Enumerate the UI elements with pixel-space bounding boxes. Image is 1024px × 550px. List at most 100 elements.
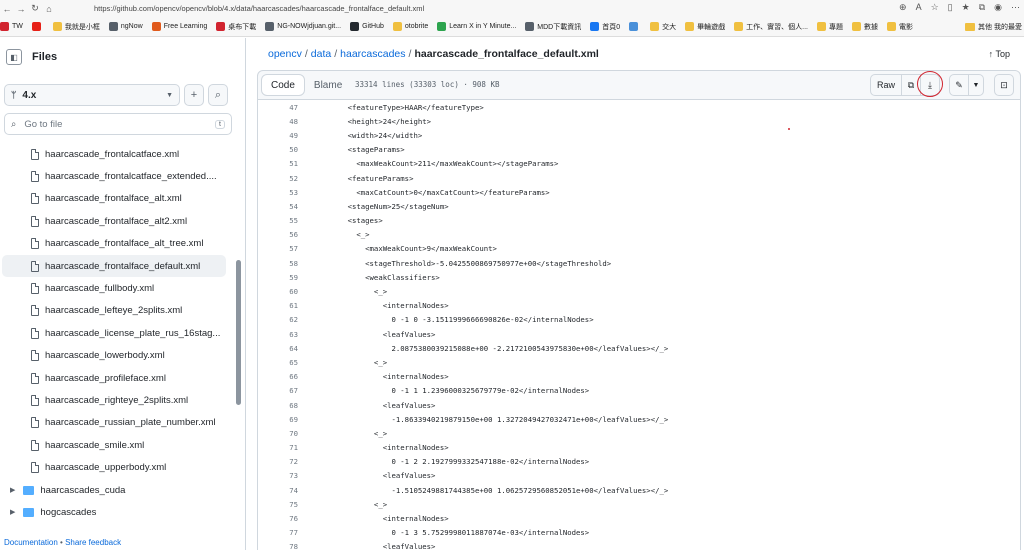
file-tree-item[interactable]: haarcascade_smile.xml [0,434,234,456]
bookmark-item[interactable]: Learn X in Y Minute... [437,22,516,31]
read-aloud-icon[interactable]: A [916,2,922,13]
share-feedback-link[interactable]: Share feedback [65,538,121,547]
line-number[interactable]: 75 [258,500,298,509]
profile-icon[interactable]: ◉ [994,2,1002,13]
line-number[interactable]: 78 [258,542,298,550]
branch-selector[interactable]: ᛘ 4.x ▼ [4,84,180,106]
line-number[interactable]: 52 [258,174,298,183]
line-number[interactable]: 54 [258,202,298,211]
folder-tree-item[interactable]: ▶ haarcascades_cuda [0,479,234,501]
file-tree-item[interactable]: haarcascade_license_plate_rus_16stag... [0,322,234,344]
file-tree-item[interactable]: haarcascade_frontalface_alt.xml [0,188,234,210]
file-tree-item[interactable]: haarcascade_frontalface_alt2.xml [0,210,234,232]
bookmark-item[interactable]: TW [0,22,23,31]
line-number[interactable]: 61 [258,301,298,310]
breadcrumb-data[interactable]: data [311,48,331,60]
bookmark-item[interactable] [31,22,44,31]
line-number[interactable]: 70 [258,429,298,438]
bookmark-item[interactable]: 首頁0 [590,22,620,32]
line-number[interactable]: 55 [258,216,298,225]
line-number[interactable]: 49 [258,131,298,140]
line-number[interactable]: 66 [258,372,298,381]
forward-icon[interactable]: → [14,4,28,14]
line-number[interactable]: 63 [258,330,298,339]
collections-icon[interactable]: ⧉ [979,2,985,13]
url-field[interactable]: https://github.com/opencv/opencv/blob/4.… [94,4,424,13]
line-number[interactable]: 59 [258,273,298,282]
bookmark-item[interactable]: 畢輪遊戲 [685,22,725,32]
bookmark-item[interactable]: GitHub [350,22,384,31]
bookmark-item[interactable]: 工作、實習、個人... [734,22,808,32]
line-number[interactable]: 76 [258,514,298,523]
file-tree-item[interactable]: haarcascade_frontalcatface.xml [0,143,234,165]
bookmark-item[interactable]: Free Learning [151,22,207,31]
bookmark-item[interactable]: 我就是小框 [52,22,100,32]
file-tree-item[interactable]: haarcascade_fullbody.xml [0,277,234,299]
refresh-icon[interactable]: ↻ [28,3,42,14]
tree-scrollbar[interactable] [236,260,241,405]
download-raw-button[interactable]: ⤓ [917,71,943,97]
edit-options-button[interactable]: ▼ [968,74,984,96]
line-number[interactable]: 58 [258,259,298,268]
line-number[interactable]: 74 [258,486,298,495]
bookmark-item[interactable]: MDD下載資訊 [525,22,581,32]
other-bookmarks[interactable]: 其他 我的最愛 [965,22,1022,32]
more-icon[interactable]: ⋯ [1011,2,1020,13]
zoom-icon[interactable]: ⊕ [899,2,907,13]
bookmark-item[interactable]: 交大 [650,22,676,32]
file-tree-item[interactable]: haarcascade_frontalface_alt_tree.xml [0,233,234,255]
line-number[interactable]: 64 [258,344,298,353]
raw-button[interactable]: Raw [869,74,902,96]
tab-code[interactable]: Code [261,74,305,96]
file-tree-item[interactable]: haarcascade_frontalcatface_extended.... [0,165,234,187]
edit-file-button[interactable]: ✎ [949,74,969,96]
symbols-panel-button[interactable]: ⊡ [994,74,1014,96]
split-screen-icon[interactable]: ▯ [948,2,953,13]
file-tree-item[interactable]: haarcascade_lowerbody.xml [0,345,234,367]
home-icon[interactable]: ⌂ [42,4,56,14]
favorites-icon[interactable]: ★ [962,2,970,13]
line-number[interactable]: 53 [258,188,298,197]
line-number[interactable]: 51 [258,159,298,168]
line-number[interactable]: 71 [258,443,298,452]
line-number[interactable]: 48 [258,117,298,126]
bookmark-item[interactable]: ngNow [108,22,143,31]
line-number[interactable]: 60 [258,287,298,296]
file-tree-item[interactable]: haarcascade_righteye_2splits.xml [0,389,234,411]
file-tree-item[interactable]: haarcascade_russian_plate_number.xml [0,412,234,434]
search-button[interactable]: ⌕ [208,84,228,106]
folder-tree-item[interactable]: ▶ hogcascades [0,501,234,523]
line-number[interactable]: 57 [258,244,298,253]
back-icon[interactable]: ← [0,4,14,14]
breadcrumb-repo[interactable]: opencv [268,48,302,60]
line-number[interactable]: 67 [258,386,298,395]
bookmark-item[interactable]: NG-NOWjdjuan.git... [265,22,341,31]
line-number[interactable]: 68 [258,401,298,410]
file-tree-item[interactable]: haarcascade_upperbody.xml [0,456,234,478]
documentation-link[interactable]: Documentation [4,538,58,547]
collapse-panel-icon[interactable]: ◧ [6,49,22,65]
line-number[interactable]: 50 [258,145,298,154]
bookmark-item[interactable]: 數據 [852,22,878,32]
file-tree-item[interactable]: haarcascade_lefteye_2splits.xml [0,300,234,322]
tab-blame[interactable]: Blame [305,74,351,96]
line-number[interactable]: 47 [258,103,298,112]
file-tree-item[interactable]: haarcascade_profileface.xml [0,367,234,389]
file-tree-item[interactable]: haarcascade_frontalface_default.xml [2,254,226,278]
line-number[interactable]: 73 [258,471,298,480]
line-number[interactable]: 69 [258,415,298,424]
line-number[interactable]: 65 [258,358,298,367]
add-file-button[interactable]: + [184,84,204,106]
bookmark-item[interactable]: 電影 [887,22,913,32]
breadcrumb-haarcascades[interactable]: haarcascades [340,48,405,60]
favorite-star-icon[interactable]: ☆ [931,2,939,13]
bookmark-item[interactable]: 桌布下載 [216,22,256,32]
bookmark-item[interactable]: 專題 [817,22,843,32]
bookmark-item[interactable] [629,22,641,31]
go-to-file-input[interactable]: ⌕ Go to file t [4,113,232,135]
line-number[interactable]: 72 [258,457,298,466]
code-view[interactable]: 47 <featureType>HAAR</featureType> 48 <he… [257,100,1021,550]
line-number[interactable]: 62 [258,315,298,324]
line-number[interactable]: 77 [258,528,298,537]
top-button[interactable]: ↑ Top [989,49,1010,59]
